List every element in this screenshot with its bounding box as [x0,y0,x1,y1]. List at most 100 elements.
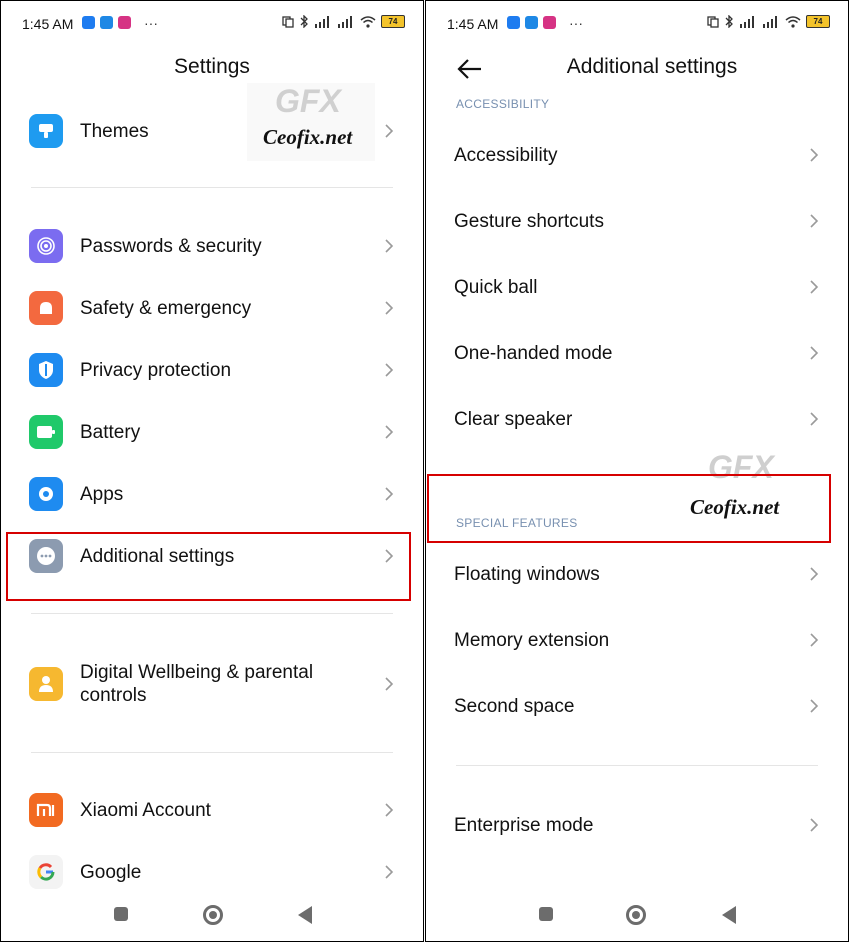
gear-icon [29,477,63,511]
alarm-icon [29,291,63,325]
signal-icon [740,15,754,28]
settings-item-privacy-protection[interactable]: Privacy protection [29,345,395,395]
settings-item-google[interactable]: Google [29,847,395,897]
bluetooth-icon [725,15,733,28]
nfc-icon [707,15,719,28]
chevron-right-icon [810,412,819,426]
divider [31,613,393,614]
wifi-icon [785,15,801,28]
settings-item-digital-wellbeing[interactable]: Digital Wellbeing & parental controls [29,651,395,717]
settings-item-label: Floating windows [454,563,600,585]
status-indicators: 74 [707,15,830,28]
chevron-right-icon [810,699,819,713]
more-notifications: ··· [569,14,583,31]
bluetooth-app-icon [100,16,113,29]
chevron-right-icon [810,148,819,162]
watermark: GFX Ceofix.net [247,83,375,161]
status-indicators: 74 [282,15,405,28]
section-header-accessibility: ACCESSIBILITY [456,97,550,111]
more-notifications: ··· [144,14,158,31]
settings-item-battery[interactable]: Battery [29,407,395,457]
nfc-icon [282,15,294,28]
settings-item-accessibility[interactable]: Accessibility [454,130,820,180]
settings-item-label: Privacy protection [80,359,232,381]
chevron-right-icon [385,865,394,879]
settings-screen: 1:45 AM ··· 74 Settings Themes Passwords… [0,0,424,942]
settings-item-xiaomi-account[interactable]: Xiaomi Account [29,785,395,835]
settings-item-label: Enterprise mode [454,814,594,836]
settings-item-label: Clear speaker [454,408,573,430]
chevron-right-icon [810,633,819,647]
recents-button[interactable] [539,907,553,921]
status-bar: 1:45 AM ··· 74 [426,1,848,47]
chevron-right-icon [385,803,394,817]
chevron-right-icon [385,549,394,563]
brush-icon [29,114,63,148]
settings-item-enterprise-mode[interactable]: Enterprise mode [454,800,820,850]
watermark-logo-text: GFX [275,83,341,119]
instagram-icon [118,16,131,29]
chevron-right-icon [385,487,394,501]
settings-item-clear-speaker[interactable]: Clear speaker [454,394,820,444]
settings-item-second-space[interactable]: Second space [454,681,820,731]
settings-item-label: Quick ball [454,276,538,298]
shield-icon [29,353,63,387]
google-logo-icon [29,855,63,889]
back-arrow-icon[interactable] [456,55,484,83]
navigation-bar [426,895,848,941]
notification-icons: ··· [82,14,158,31]
chevron-right-icon [385,363,394,377]
settings-item-passwords-security[interactable]: Passwords & security [29,221,395,271]
settings-item-additional-settings[interactable]: Additional settings [29,531,395,581]
back-button[interactable] [298,906,312,924]
status-time: 1:45 AM [22,16,74,32]
chevron-right-icon [385,301,394,315]
instagram-icon [543,16,556,29]
wifi-icon [360,15,376,28]
notification-icons: ··· [507,14,583,31]
chevron-right-icon [385,425,394,439]
watermark-logo-text: GFX [708,449,774,485]
settings-item-quick-ball[interactable]: Quick ball [454,262,820,312]
home-button[interactable] [626,905,646,925]
section-header-special-features: SPECIAL FEATURES [456,516,578,530]
recents-button[interactable] [114,907,128,921]
signal-icon-2 [338,15,352,28]
settings-item-safety-emergency[interactable]: Safety & emergency [29,283,395,333]
mi-logo-icon [29,793,63,827]
settings-item-label: Memory extension [454,629,610,651]
app-notification-icon [507,16,520,29]
battery-icon [29,415,63,449]
more-dots-icon [29,539,63,573]
settings-item-memory-extension[interactable]: Memory extension [454,615,820,665]
settings-item-label: Google [80,861,142,883]
additional-settings-screen: 1:45 AM ··· 74 Additional settings ACCES… [425,0,849,942]
divider [31,187,393,188]
settings-item-label: Safety & emergency [80,297,252,319]
battery-indicator: 74 [381,15,405,28]
settings-item-label: Second space [454,695,575,717]
chevron-right-icon [810,280,819,294]
back-button[interactable] [722,906,736,924]
settings-item-apps[interactable]: Apps [29,469,395,519]
bluetooth-app-icon [525,16,538,29]
page-title: Settings [174,55,250,78]
home-button[interactable] [203,905,223,925]
screenshot-composite: 1:45 AM ··· 74 Settings Themes Passwords… [0,0,850,944]
bluetooth-icon [300,15,308,28]
person-icon [29,667,63,701]
settings-item-one-handed-mode[interactable]: One-handed mode [454,328,820,378]
settings-item-label: Additional settings [80,545,235,567]
settings-item-floating-windows[interactable]: Floating windows [454,549,820,599]
settings-item-label: Digital Wellbeing & parental controls [80,662,314,706]
chevron-right-icon [810,346,819,360]
chevron-right-icon [385,124,394,138]
chevron-right-icon [810,214,819,228]
chevron-right-icon [810,567,819,581]
settings-item-label: Battery [80,421,141,443]
navigation-bar [1,895,423,941]
settings-item-gesture-shortcuts[interactable]: Gesture shortcuts [454,196,820,246]
signal-icon [315,15,329,28]
app-notification-icon [82,16,95,29]
chevron-right-icon [385,677,394,691]
